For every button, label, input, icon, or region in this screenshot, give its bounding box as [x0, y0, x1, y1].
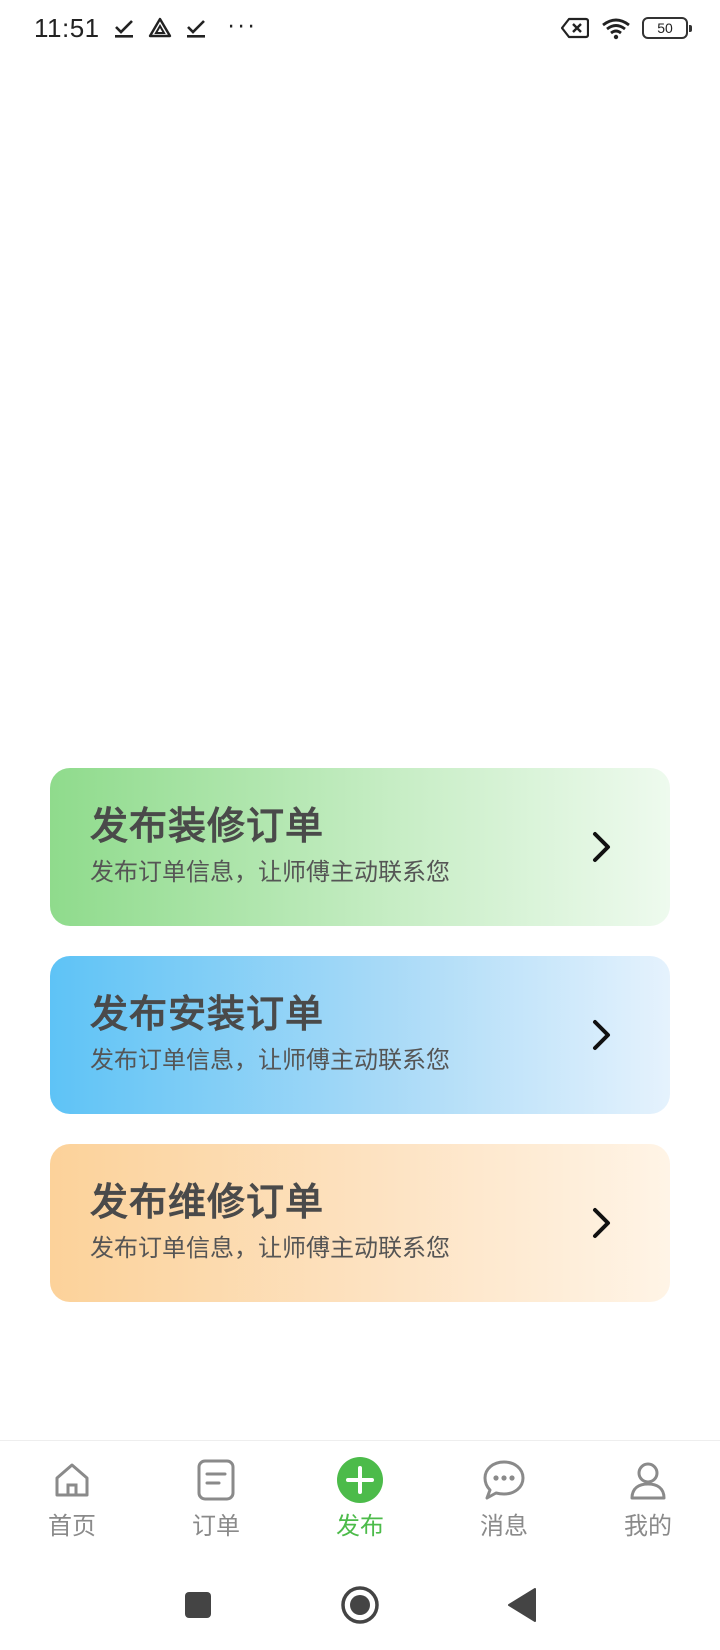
download-done-icon [184, 16, 208, 40]
publish-cards: 发布装修订单 发布订单信息，让师傅主动联系您 发布安装订单 发布订单信息，让师傅… [50, 768, 670, 1332]
publish-installation-card[interactable]: 发布安装订单 发布订单信息，让师傅主动联系您 [50, 956, 670, 1114]
tab-profile[interactable]: 我的 [576, 1441, 720, 1560]
card-title: 发布安装订单 [90, 992, 325, 1036]
tab-home[interactable]: 首页 [0, 1441, 144, 1560]
home-circle-icon[interactable] [338, 1583, 382, 1627]
chevron-right-icon [590, 830, 614, 864]
tab-label: 发布 [336, 1512, 384, 1540]
card-title: 发布装修订单 [90, 804, 325, 848]
status-time: 11:51 [34, 12, 100, 43]
chat-icon [481, 1457, 527, 1503]
back-triangle-icon[interactable] [500, 1583, 544, 1627]
card-subtitle: 发布订单信息，让师傅主动联系您 [90, 858, 450, 886]
tab-label: 我的 [624, 1512, 672, 1540]
screen: 11:51 ··· 50 发布装修订单 发布订单信息，让师傅主动联系您 发布安装… [0, 0, 720, 1650]
tab-publish[interactable]: 发布 [288, 1441, 432, 1560]
chevron-right-icon [590, 1206, 614, 1240]
download-done-icon [112, 16, 136, 40]
card-title: 发布维修订单 [90, 1180, 325, 1224]
tab-label: 消息 [480, 1512, 528, 1540]
status-bar: 11:51 ··· 50 [0, 0, 720, 56]
card-subtitle: 发布订单信息，让师傅主动联系您 [90, 1046, 450, 1074]
more-dots-icon: ··· [227, 15, 258, 40]
wifi-icon [600, 16, 632, 40]
user-icon [625, 1457, 671, 1503]
drive-icon [148, 16, 172, 40]
battery-icon: 50 [642, 17, 692, 39]
status-left: 11:51 ··· [34, 13, 258, 44]
tab-orders[interactable]: 订单 [144, 1441, 288, 1560]
status-right: 50 [560, 16, 692, 40]
bottom-tab-bar: 首页 订单 发布 消息 我的 [0, 1440, 720, 1560]
tab-label: 首页 [48, 1512, 96, 1540]
tab-messages[interactable]: 消息 [432, 1441, 576, 1560]
system-nav-bar [0, 1560, 720, 1650]
no-sim-icon [560, 16, 590, 40]
order-icon [193, 1457, 239, 1503]
plus-circle-icon [337, 1457, 383, 1503]
publish-renovation-card[interactable]: 发布装修订单 发布订单信息，让师傅主动联系您 [50, 768, 670, 926]
home-icon [49, 1457, 95, 1503]
publish-repair-card[interactable]: 发布维修订单 发布订单信息，让师傅主动联系您 [50, 1144, 670, 1302]
tab-label: 订单 [192, 1512, 240, 1540]
card-subtitle: 发布订单信息，让师傅主动联系您 [90, 1234, 450, 1262]
chevron-right-icon [590, 1018, 614, 1052]
recents-square-icon[interactable] [176, 1583, 220, 1627]
